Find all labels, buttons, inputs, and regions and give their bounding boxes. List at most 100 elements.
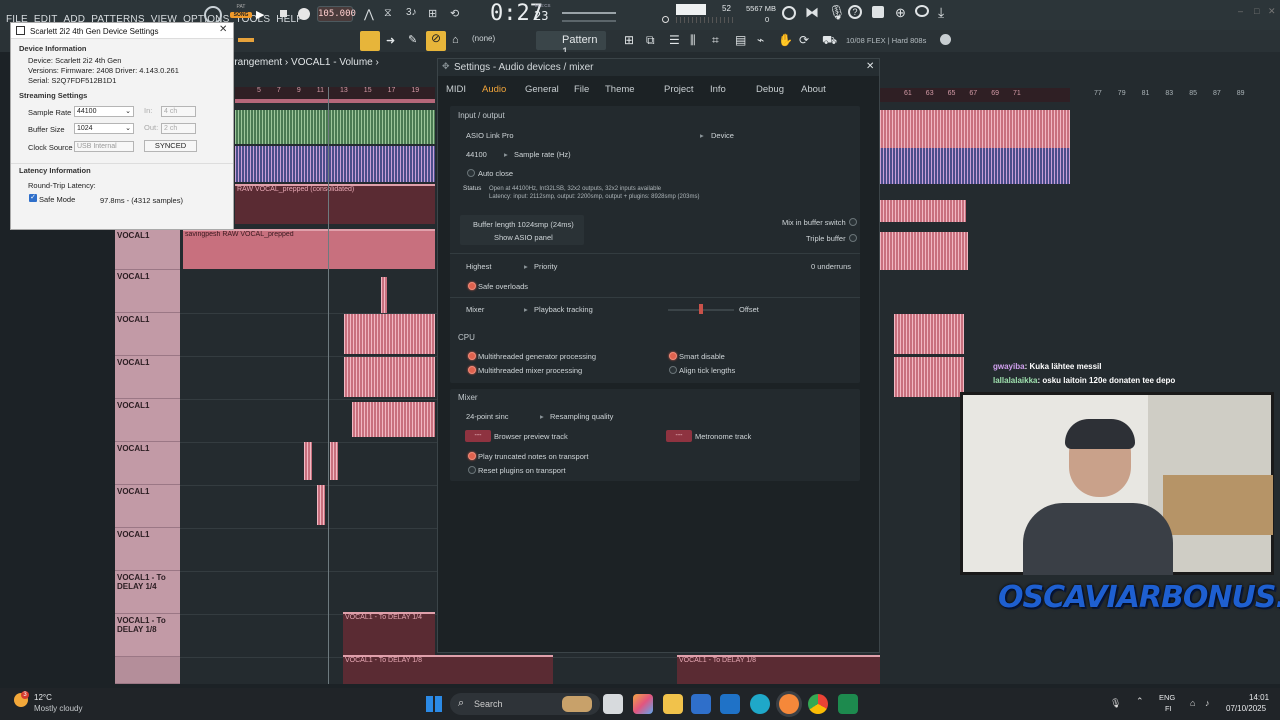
grid-icon[interactable]: ⧉ [646, 33, 655, 48]
save-icon[interactable] [872, 6, 884, 18]
mt-gen-toggle[interactable] [468, 352, 476, 360]
close-app-icon[interactable]: ✕ [1268, 6, 1276, 17]
audio-clip[interactable] [894, 357, 964, 397]
audio-clip[interactable] [235, 146, 435, 182]
align-tick-toggle[interactable] [669, 366, 677, 374]
track-header[interactable]: VOCAL1 [115, 442, 180, 485]
mix-switch-toggle[interactable] [849, 218, 857, 226]
record-icon[interactable] [298, 8, 310, 20]
wait-icon[interactable]: ⧖ [384, 7, 392, 20]
copilot-icon[interactable] [633, 694, 653, 714]
audio-clip[interactable] [880, 232, 968, 270]
audio-clip[interactable] [880, 200, 966, 222]
tool-slider[interactable] [238, 38, 254, 42]
timeline-ruler[interactable]: 5 7 9 11 13 15 17 19 [235, 87, 435, 99]
audio-clip[interactable] [317, 485, 325, 525]
taskview-icon[interactable] [603, 694, 623, 714]
automation-clip-delay18b[interactable]: VOCAL1 - To DELAY 1/8 [677, 655, 885, 684]
buffer-length[interactable]: Buffer length 1024smp (24ms) [473, 220, 574, 229]
audio-clip[interactable] [880, 110, 1070, 148]
resampling-select[interactable]: 24-point sinc [466, 412, 509, 421]
touch-icon[interactable]: ✋ [778, 33, 793, 47]
microphone-icon[interactable]: 🎙 [1110, 698, 1121, 709]
volume-icon[interactable]: ♪ [1205, 698, 1210, 708]
drag-handle-icon[interactable]: ✥ [442, 61, 450, 72]
audio-clip[interactable] [344, 314, 435, 354]
audio-clip[interactable] [381, 277, 387, 313]
safe-overloads-toggle[interactable] [468, 282, 476, 290]
audio-clip[interactable] [352, 402, 435, 437]
network-icon[interactable]: ⌂ [1190, 698, 1195, 708]
piano-roll-icon[interactable]: ⌗ [712, 33, 719, 48]
mixer-icon[interactable]: ⧓ [805, 4, 819, 21]
minimize-app-icon[interactable]: – [1238, 6, 1243, 16]
breadcrumb-automation[interactable]: VOCAL1 - Volume [291, 57, 373, 68]
master-volume-slider[interactable] [562, 12, 616, 14]
tab-about[interactable]: About [801, 84, 826, 95]
download-icon[interactable]: ⤓ [938, 4, 944, 21]
track-header[interactable]: VOCAL1 [115, 485, 180, 528]
loop-record-icon[interactable]: ⟲ [450, 7, 459, 20]
master-pitch-slider[interactable] [562, 20, 616, 22]
tab-debug[interactable]: Debug [756, 84, 784, 95]
buffer-size-select[interactable]: 1024 ⌄ [74, 123, 134, 134]
outlook-icon[interactable] [720, 694, 740, 714]
track-header[interactable]: VOCAL1 [115, 270, 180, 313]
browser-icon[interactable]: ▤ [735, 33, 746, 47]
plugin-icon[interactable]: ⊕ [895, 5, 906, 21]
safe-mode-checkbox[interactable]: ✓ [29, 194, 37, 202]
pencil-icon[interactable]: ✎ [408, 33, 417, 46]
metronome-icon[interactable]: ⋀ [364, 7, 374, 21]
priority-select[interactable]: Highest [466, 262, 491, 271]
snap-magnet-icon[interactable]: ⌂ [452, 34, 459, 46]
search-box[interactable]: ⌕ Search [450, 693, 600, 715]
audio-clip-prepped[interactable]: savingpesh RAW VOCAL_prepped [183, 229, 435, 269]
clock-time[interactable]: 14:01 [1249, 693, 1269, 702]
weather-desc[interactable]: Mostly cloudy [34, 704, 82, 713]
arrow-icon[interactable]: ➜ [386, 34, 395, 47]
clock-date[interactable]: 07/10/2025 [1226, 704, 1266, 713]
loop-icon[interactable]: ⟳ [799, 33, 809, 47]
reset-plugins-toggle[interactable] [468, 466, 476, 474]
tab-project[interactable]: Project [664, 84, 694, 95]
file-explorer-icon[interactable] [663, 694, 683, 714]
help-icon[interactable]: ? [848, 5, 862, 19]
breadcrumb-arrangement[interactable]: rrangement [231, 57, 282, 68]
track-header[interactable]: VOCAL1 [115, 399, 180, 442]
maximize-app-icon[interactable]: □ [1254, 6, 1259, 16]
track-header[interactable]: VOCAL1 - To DELAY 1/4 [115, 571, 180, 614]
news-icon[interactable] [940, 34, 951, 45]
audio-clip[interactable] [880, 148, 1070, 184]
cart-icon[interactable]: ⛟ [822, 33, 837, 49]
triple-buffer-toggle[interactable] [849, 234, 857, 242]
sample-rate-select[interactable]: 44100 [466, 150, 487, 159]
snap-select[interactable]: (none) [472, 34, 528, 48]
tab-general[interactable]: General [525, 84, 559, 95]
offset-slider-handle[interactable] [699, 304, 703, 314]
close-icon[interactable]: ✕ [866, 61, 874, 72]
tab-theme[interactable]: Theme [605, 84, 635, 95]
store-icon[interactable] [691, 694, 711, 714]
play-icon[interactable]: ▶ [256, 8, 264, 21]
fl-studio-icon[interactable] [779, 694, 799, 714]
tab-info[interactable]: Info [710, 84, 726, 95]
plugin-db-icon[interactable]: ⌁ [757, 33, 764, 47]
master-knob-icon[interactable] [662, 16, 669, 23]
sample-rate-select[interactable]: 44100 ⌄ [74, 106, 134, 117]
microphone-icon[interactable]: 🎙 [828, 4, 846, 21]
track-header[interactable]: VOCAL1 [115, 356, 180, 399]
preview-track-select[interactable]: --- [465, 430, 491, 442]
show-asio-button[interactable]: Show ASIO panel [494, 233, 553, 242]
timeline-ruler-ext[interactable]: 77 79 81 83 85 87 89 [1070, 88, 1270, 102]
smart-disable-toggle[interactable] [669, 352, 677, 360]
step-edit-icon[interactable]: ⊞ [428, 7, 437, 20]
audio-clip[interactable] [330, 442, 338, 480]
windows-start-icon[interactable] [426, 696, 442, 712]
audio-clip[interactable] [235, 110, 435, 144]
device-select[interactable]: ASIO Link Pro [466, 131, 514, 140]
track-header[interactable]: VOCAL1 - To DELAY 1/8 [115, 614, 180, 657]
chevron-up-icon[interactable]: ⌃ [1136, 696, 1144, 707]
layout[interactable]: FI [1165, 704, 1172, 713]
channel-rack-icon[interactable]: ⫼ [690, 33, 696, 48]
weather-temp[interactable]: 12°C [34, 693, 52, 702]
